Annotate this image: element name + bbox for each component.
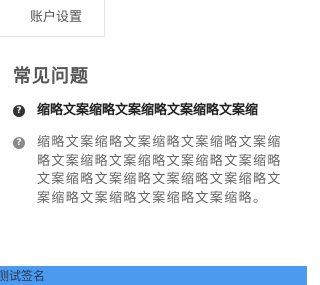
bottom-bar[interactable]: 测试签名 [0,266,307,285]
faq-question: 缩略文案缩略文案缩略文案缩略文案缩 [37,103,259,118]
faq-title: 常见问题 [13,66,89,87]
answer-icon: ? [13,137,25,149]
signature-label: 测试签名 [0,269,46,283]
account-settings-link[interactable]: 账户设置 [30,6,82,25]
question-icon: ? [13,105,25,117]
account-settings-panel[interactable]: 账户设置 [0,0,105,37]
faq-answer: 缩略文案缩略文案缩略文案缩略文案缩略文案缩略文案缩略文案缩略文案缩略文案缩略文案… [37,135,282,206]
